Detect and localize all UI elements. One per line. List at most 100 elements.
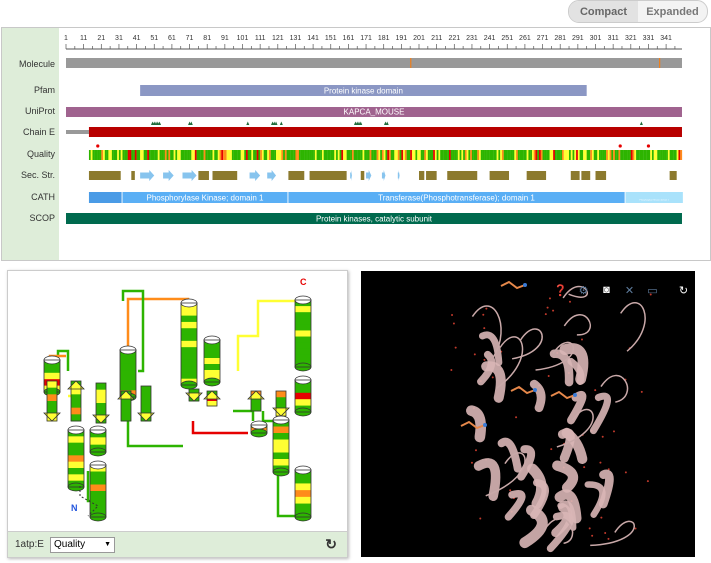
quality-residue (129, 150, 132, 160)
quality-residue (277, 150, 280, 160)
quality-residue (219, 150, 222, 160)
ruler-label: 191 (396, 35, 408, 42)
water-molecule (601, 435, 604, 438)
quality-outlier-dot (618, 144, 622, 148)
helix-segment (181, 309, 197, 317)
helix-segment (295, 330, 311, 338)
quality-residue (486, 150, 488, 160)
quality-residue (336, 150, 338, 160)
quality-residue (145, 150, 148, 160)
expanded-button[interactable]: Expanded (638, 1, 707, 22)
quality-residue (178, 150, 181, 160)
tools-icon[interactable]: ✕ (618, 284, 641, 297)
quality-residue (254, 150, 257, 160)
quality-residue (526, 150, 529, 160)
ligand (500, 280, 526, 290)
protein-structure-render[interactable] (361, 271, 695, 557)
coil-segment (563, 314, 592, 336)
quality-residue (539, 150, 541, 160)
quality-residue (542, 150, 545, 160)
quality-residue (560, 150, 563, 160)
quality-residue (147, 150, 150, 160)
color-by-select[interactable]: Quality ▼ (50, 537, 115, 553)
quality-residue (120, 150, 123, 160)
quality-residue (659, 150, 661, 160)
quality-residue (161, 150, 164, 160)
quality-residue (115, 150, 118, 160)
camera-icon[interactable]: ◙ (595, 284, 618, 297)
quality-residue (401, 150, 404, 160)
quality-residue (350, 150, 353, 160)
quality-residue (461, 150, 464, 160)
topology-diagram[interactable]: NC (8, 271, 347, 531)
quality-residue (613, 150, 616, 160)
water-molecule (546, 306, 549, 309)
ruler-label: 201 (413, 35, 425, 42)
quality-residue (396, 150, 398, 160)
c-terminus-label: C (300, 277, 307, 287)
quality-residue (655, 150, 658, 160)
quality-residue (556, 150, 559, 160)
quality-residue (544, 150, 547, 160)
quality-residue (484, 150, 487, 160)
ribbon-segment (497, 437, 522, 473)
3d-structure-viewer[interactable]: ❓ ⚙ ◙ ✕ ▭ ↻ (361, 271, 695, 557)
water-molecule (454, 346, 457, 349)
quality-residue (154, 150, 157, 160)
helix-element (669, 171, 677, 180)
ruler-label: 281 (554, 35, 566, 42)
quality-residue (351, 150, 354, 160)
quality-residue (168, 150, 171, 160)
ligand-atom (533, 388, 537, 392)
molecule-mark (659, 58, 661, 68)
view-toggle[interactable]: Compact Expanded (568, 0, 708, 23)
water-molecule (552, 309, 555, 312)
water-molecule (550, 448, 553, 451)
quality-residue (313, 150, 315, 160)
quality-residue (570, 150, 573, 160)
quality-residue (387, 150, 390, 160)
reset-icon[interactable]: ↻ (672, 284, 695, 297)
helix-element (88, 171, 121, 180)
helix-segment (204, 370, 220, 377)
quality-residue (614, 150, 617, 160)
helix-segment (181, 334, 197, 342)
ruler-label: 301 (590, 35, 602, 42)
strand-segment (141, 400, 151, 408)
helix-segment (181, 315, 197, 323)
fullscreen-icon[interactable]: ▭ (641, 284, 664, 297)
quality-residue (251, 150, 254, 160)
refresh-icon[interactable]: ↻ (325, 536, 337, 553)
quality-residue (374, 150, 377, 160)
helix-element (198, 171, 209, 180)
helix-segment (68, 449, 84, 456)
strand-arrowhead (43, 412, 61, 422)
ligand-atom (573, 393, 577, 397)
water-molecule (548, 297, 551, 300)
quality-residue (302, 150, 305, 160)
quality-residue (422, 150, 425, 160)
quality-residue (253, 150, 255, 160)
quality-residue (163, 150, 165, 160)
quality-residue (122, 150, 125, 160)
strand-arrowhead (203, 390, 221, 400)
quality-residue (110, 150, 113, 160)
help-icon[interactable]: ❓ (549, 284, 572, 297)
strand-element (182, 170, 197, 181)
quality-residue (311, 150, 314, 160)
helix-element (570, 171, 580, 180)
tracks-svg[interactable]: 1 11 21 31 41 51 61 71 81 91 101 111 121 131 141 151 161… (2, 28, 710, 260)
quality-residue (138, 150, 141, 160)
ruler-label: 271 (537, 35, 549, 42)
compact-button[interactable]: Compact (569, 1, 638, 22)
water-molecule (600, 516, 603, 519)
quality-residue (574, 150, 577, 160)
chain-label: 1atp:E (15, 539, 44, 550)
ligand-site-marker (246, 121, 250, 125)
quality-residue (247, 150, 250, 160)
quality-residue (629, 150, 631, 160)
quality-residue (337, 150, 340, 160)
ribbon-segment (473, 458, 501, 501)
water-molecule (483, 327, 486, 330)
gear-icon[interactable]: ⚙ (572, 284, 595, 297)
